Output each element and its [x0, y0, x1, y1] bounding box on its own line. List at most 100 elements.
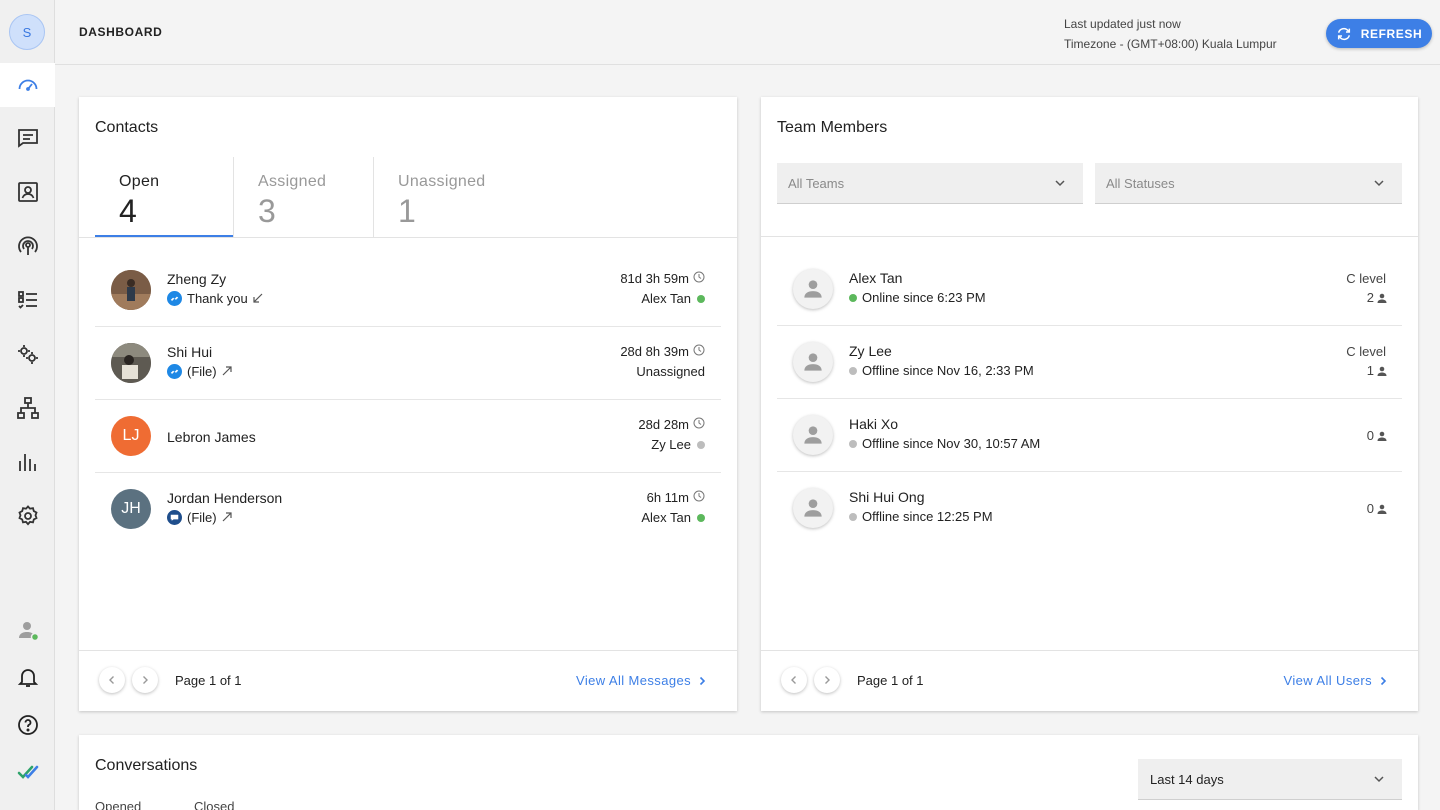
member-contact-count: 0: [1367, 501, 1388, 516]
closed-label: Closed: [194, 799, 234, 810]
tab-open[interactable]: Open 4: [95, 157, 234, 238]
user-status-icon: [16, 618, 40, 642]
wait-time: 81d 3h 59m: [620, 271, 705, 286]
avatar: [793, 342, 833, 382]
wait-time-text: 28d 8h 39m: [620, 344, 689, 359]
conversations-card: Conversations Last 14 days Opened Closed: [79, 735, 1418, 810]
last-updated-text: Last updated just now: [1064, 14, 1277, 34]
member-contact-count: 0: [1367, 428, 1388, 443]
contact-row[interactable]: LJ Lebron James 28d 28m Zy Lee: [95, 400, 721, 473]
member-status: Online since 6:23 PM: [849, 290, 986, 305]
contact-row[interactable]: JH Jordan Henderson (File) 6h 11m Alex T…: [95, 473, 721, 546]
assignee-name: Zy Lee: [651, 437, 691, 452]
automation-icon: [16, 342, 40, 366]
person-icon: [800, 422, 826, 448]
next-page-button[interactable]: [132, 667, 158, 693]
nav-reports[interactable]: [0, 440, 55, 484]
dashboard-icon: [16, 73, 40, 97]
offline-dot-icon: [849, 367, 857, 375]
contact-row[interactable]: Zheng Zy Thank you 81d 3h 59m Alex Tan: [95, 254, 721, 327]
member-row[interactable]: Haki Xo Offline since Nov 30, 10:57 AM 0: [777, 399, 1402, 472]
update-info: Last updated just now Timezone - (GMT+08…: [1064, 14, 1277, 54]
prev-page-button[interactable]: [781, 667, 807, 693]
member-status-text: Offline since Nov 30, 10:57 AM: [862, 436, 1040, 451]
online-dot-icon: [697, 295, 705, 303]
person-small-icon: [1376, 503, 1388, 515]
messenger-icon: [167, 364, 182, 379]
nav-contacts[interactable]: [0, 170, 55, 214]
tab-unassigned[interactable]: Unassigned 1: [374, 157, 514, 238]
assignee: Alex Tan: [641, 291, 705, 306]
contacts-icon: [16, 180, 40, 204]
nav-broadcast[interactable]: [0, 224, 55, 268]
nav-workflow[interactable]: [0, 386, 55, 430]
prev-page-button[interactable]: [99, 667, 125, 693]
member-status-text: Offline since Nov 16, 2:33 PM: [862, 363, 1034, 378]
chevron-right-icon: [1378, 676, 1388, 686]
member-name: Zy Lee: [849, 343, 892, 359]
avatar: [793, 415, 833, 455]
reports-icon: [16, 450, 40, 474]
settings-icon: [16, 504, 40, 528]
view-all-users-link[interactable]: View All Users: [1284, 673, 1388, 688]
wait-time-text: 6h 11m: [647, 490, 689, 505]
messenger-icon: [167, 291, 182, 306]
nav-logo[interactable]: [0, 750, 55, 794]
tab-unassigned-count: 1: [398, 193, 490, 230]
member-row[interactable]: Alex Tan Online since 6:23 PM C level 2: [777, 253, 1402, 326]
wait-time: 6h 11m: [647, 490, 705, 505]
outgoing-arrow-icon: [222, 510, 232, 525]
broadcast-icon: [16, 234, 40, 258]
message-preview: Thank you: [187, 291, 248, 306]
tabs-divider: [79, 237, 737, 238]
member-count-text: 1: [1367, 363, 1374, 378]
chat-channel-icon: [167, 510, 182, 525]
team-members-title: Team Members: [777, 119, 887, 137]
avatar: LJ: [111, 416, 151, 456]
offline-dot-icon: [849, 513, 857, 521]
refresh-button[interactable]: REFRESH: [1326, 19, 1432, 48]
assignee-name: Unassigned: [636, 364, 705, 379]
contact-name: Zheng Zy: [167, 271, 226, 287]
page-indicator: Page 1 of 1: [857, 673, 924, 688]
contact-name: Jordan Henderson: [167, 490, 282, 506]
date-range-select[interactable]: Last 14 days: [1138, 759, 1402, 800]
person-icon: [800, 276, 826, 302]
next-page-button[interactable]: [814, 667, 840, 693]
nav-automation[interactable]: [0, 332, 55, 376]
nav-dashboard[interactable]: [0, 63, 55, 107]
view-all-messages-link[interactable]: View All Messages: [576, 673, 707, 688]
team-filter-value: All Teams: [788, 176, 844, 191]
offline-dot-icon: [697, 441, 705, 449]
bell-icon: [16, 665, 40, 689]
nav-notifications[interactable]: [0, 655, 55, 699]
clock-icon: [693, 344, 705, 359]
team-members-list: Alex Tan Online since 6:23 PM C level 2 …: [777, 253, 1402, 545]
workspace-avatar[interactable]: S: [9, 14, 45, 50]
sidebar: S: [0, 0, 55, 810]
member-contact-count: 1: [1367, 363, 1388, 378]
offline-dot-icon: [849, 440, 857, 448]
contact-row[interactable]: Shi Hui (File) 28d 8h 39m Unassigned: [95, 327, 721, 400]
tab-open-count: 4: [119, 193, 209, 230]
member-level: C level: [1346, 344, 1386, 359]
incoming-arrow-icon: [253, 291, 263, 306]
person-icon: [800, 495, 826, 521]
team-filter-select[interactable]: All Teams: [777, 163, 1083, 204]
nav-help[interactable]: [0, 703, 55, 747]
nav-tasks[interactable]: [0, 278, 55, 322]
tab-open-label: Open: [119, 173, 209, 191]
status-filter-select[interactable]: All Statuses: [1095, 163, 1402, 204]
chevron-right-icon: [697, 676, 707, 686]
member-row[interactable]: Shi Hui Ong Offline since 12:25 PM 0: [777, 472, 1402, 545]
nav-messages[interactable]: [0, 116, 55, 160]
page-indicator: Page 1 of 1: [175, 673, 242, 688]
person-small-icon: [1376, 430, 1388, 442]
member-row[interactable]: Zy Lee Offline since Nov 16, 2:33 PM C l…: [777, 326, 1402, 399]
checklist-icon: [16, 288, 40, 312]
assignee-name: Alex Tan: [641, 510, 691, 525]
nav-user-status[interactable]: [0, 608, 55, 652]
nav-settings[interactable]: [0, 494, 55, 538]
tab-assigned[interactable]: Assigned 3: [234, 157, 374, 238]
view-all-users-label: View All Users: [1284, 673, 1372, 688]
